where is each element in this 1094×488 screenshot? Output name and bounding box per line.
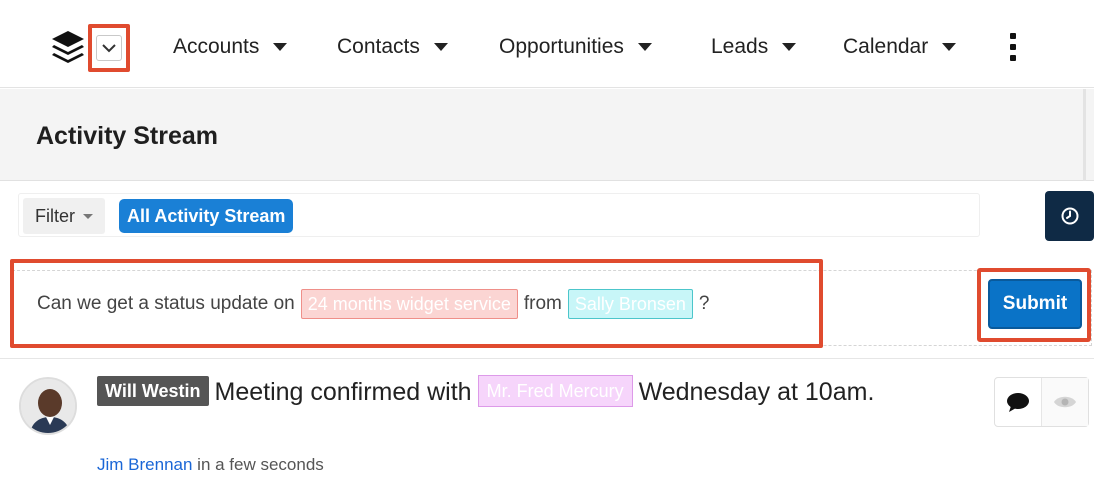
nav-contacts[interactable]: Contacts (337, 29, 448, 65)
divider (0, 358, 1094, 359)
activity-text-after: Wednesday at 10am. (638, 378, 875, 406)
module-menu-toggle[interactable] (88, 24, 130, 72)
author-tag[interactable]: Will Westin (97, 376, 209, 406)
mention-record-tag[interactable]: 24 months widget service (300, 289, 518, 319)
mentioned-person-tag[interactable]: Mr. Fred Mercury (477, 375, 633, 407)
comment-icon (1007, 393, 1029, 412)
activity-text: Will Westin Meeting confirmed with Mr. Fre… (97, 374, 967, 410)
filter-bar: Filter All Activity Stream (18, 193, 980, 237)
nav-label: Accounts (173, 35, 260, 58)
compose-input[interactable]: Can we get a status update on 24 months … (37, 287, 709, 321)
page-header: Activity Stream (0, 89, 1094, 181)
nav-leads[interactable]: Leads (711, 29, 797, 65)
compose-text-after: ? (698, 293, 710, 314)
caret-down-icon (83, 213, 93, 219)
chevron-down-icon (96, 35, 122, 61)
nav-label: Calendar (843, 35, 929, 58)
meta-time: in a few seconds (197, 455, 324, 474)
activity-meta: Jim Brennan in a few seconds (97, 455, 324, 475)
nav-calendar[interactable]: Calendar (843, 29, 957, 65)
comment-button[interactable] (995, 378, 1041, 426)
nav-label: Contacts (337, 35, 420, 58)
caret-down-icon (273, 43, 288, 51)
activity-actions (994, 377, 1089, 427)
submit-button[interactable]: Submit (988, 279, 1082, 329)
meta-user-link[interactable]: Jim Brennan (97, 455, 192, 474)
clock-icon (1061, 207, 1078, 225)
filter-dropdown-button[interactable]: Filter (23, 198, 105, 234)
nav-label: Leads (711, 35, 769, 58)
compose-text-before: Can we get a status update on (37, 293, 295, 314)
mention-user-tag[interactable]: Sally Bronsen (567, 289, 693, 319)
top-navbar: Accounts Contacts Opportunities Leads Ca… (0, 0, 1094, 88)
stack-logo-icon[interactable] (48, 27, 88, 67)
avatar[interactable] (19, 377, 77, 435)
active-filter-pill[interactable]: All Activity Stream (119, 199, 294, 233)
scroll-handle[interactable] (1083, 89, 1086, 181)
filter-label: Filter (35, 205, 75, 226)
kebab-menu-icon[interactable] (1006, 33, 1020, 61)
compose-text-middle: from (523, 293, 562, 314)
nav-accounts[interactable]: Accounts (173, 29, 288, 65)
caret-down-icon (782, 43, 797, 51)
caret-down-icon (942, 43, 957, 51)
history-toggle-button[interactable] (1045, 191, 1094, 241)
caret-down-icon (637, 43, 652, 51)
nav-label: Opportunities (499, 35, 624, 58)
activity-text-before: Meeting confirmed with (214, 378, 472, 406)
page-title: Activity Stream (36, 122, 219, 150)
preview-button[interactable] (1041, 378, 1088, 426)
nav-opportunities[interactable]: Opportunities (499, 29, 652, 65)
caret-down-icon (433, 43, 448, 51)
eye-icon (1054, 396, 1076, 408)
